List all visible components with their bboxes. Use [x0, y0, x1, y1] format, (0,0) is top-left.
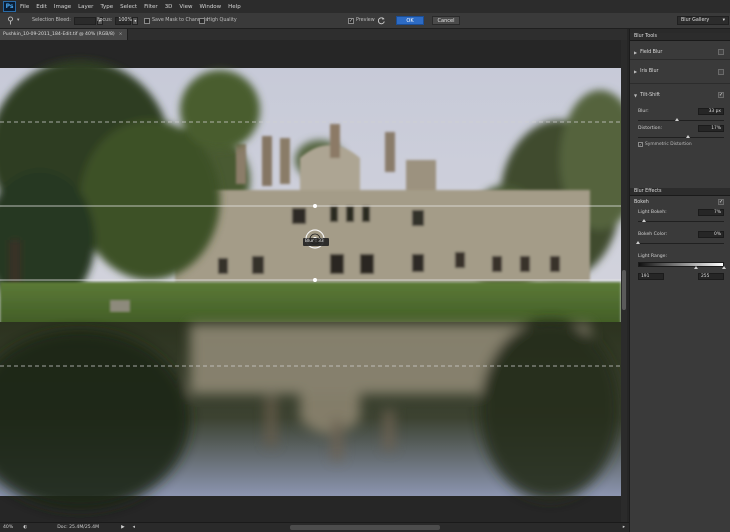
document-tab-bar: Pushkin_10-09-2011_184-Edit.tif @ 40% (R…	[0, 29, 627, 40]
status-menu-icon[interactable]: ▶	[121, 525, 125, 530]
close-tab-icon[interactable]: ×	[119, 32, 123, 37]
app-logo: Ps	[3, 1, 16, 12]
light-range-label: Light Range:	[638, 254, 668, 259]
menu-view[interactable]: View	[179, 4, 192, 10]
options-bar: ▾ Selection Bleed: ▾ Focus: 100% ▾ Save …	[0, 13, 730, 29]
save-mask-checkbox[interactable]	[144, 17, 150, 24]
distortion-slider-knob[interactable]	[686, 135, 691, 138]
menu-edit[interactable]: Edit	[36, 4, 47, 10]
blur-pin-label: Blur : 33	[305, 238, 324, 244]
high-quality-label: High Quality	[207, 18, 237, 23]
light-bokeh-knob[interactable]	[642, 219, 647, 222]
light-bokeh-field[interactable]: 7%	[698, 209, 724, 216]
menu-layer[interactable]: Layer	[78, 4, 93, 10]
scroll-right-icon[interactable]: ▸	[623, 525, 625, 530]
blur-tools-title: Blur Tools	[634, 34, 657, 39]
blur-slider-label: Blur:	[638, 109, 649, 114]
tilt-shift-controls: Blur: 33 px Distortion: 17% ✓ Symmetric …	[630, 106, 730, 172]
canvas-area[interactable]: Blur : 33	[0, 40, 627, 522]
symmetric-distortion-label: Symmetric Distortion	[645, 142, 692, 147]
horizontal-scroll-thumb[interactable]	[290, 525, 440, 530]
blur-slider[interactable]	[638, 118, 724, 121]
menu-bar: Ps File Edit Image Layer Type Select Fil…	[0, 0, 730, 13]
tool-dropdown-icon[interactable]: ▾	[17, 15, 19, 26]
bokeh-checkbox[interactable]: ✓	[718, 199, 724, 205]
distortion-slider-label: Distortion:	[638, 126, 663, 131]
blur-effects-title: Blur Effects	[634, 189, 662, 194]
expand-triangle-icon[interactable]: ▶	[634, 50, 637, 55]
rotate-handle-bottom[interactable]	[313, 278, 317, 282]
bokeh-color-slider[interactable]	[636, 241, 724, 244]
distortion-value-field[interactable]: 17%	[698, 125, 724, 132]
tilt-shift-label: Tilt-Shift	[640, 92, 661, 98]
menu-help[interactable]: Help	[228, 4, 241, 10]
blur-slider-knob[interactable]	[674, 118, 679, 121]
blur-panel: Blur Tools ▶ Field Blur ▶ Iris Blur ▼ Ti…	[629, 29, 730, 532]
menu-select[interactable]: Select	[120, 4, 137, 10]
menu-3d[interactable]: 3D	[165, 4, 173, 10]
tilt-shift-row[interactable]: ▼ Tilt-Shift ✓	[630, 84, 730, 106]
light-range-high-field[interactable]: 255	[698, 273, 724, 280]
bokeh-row: Bokeh ✓	[630, 196, 730, 208]
iris-blur-row[interactable]: ▶ Iris Blur	[630, 60, 730, 84]
doc-size: Doc: 25.4M/25.4M	[57, 525, 100, 530]
photo-canvas[interactable]	[0, 40, 627, 522]
bokeh-label: Bokeh	[634, 199, 649, 205]
vertical-scrollbar[interactable]	[621, 40, 627, 522]
document-tab[interactable]: Pushkin_10-09-2011_184-Edit.tif @ 40% (R…	[0, 29, 128, 40]
ok-button[interactable]: OK	[396, 16, 424, 25]
chevron-down-icon: ▾	[722, 18, 725, 23]
light-range-high-knob[interactable]	[722, 266, 726, 269]
light-bokeh-slider[interactable]	[638, 219, 724, 222]
field-blur-checkbox[interactable]	[718, 49, 724, 55]
iris-blur-label: Iris Blur	[640, 69, 659, 74]
menu-type[interactable]: Type	[100, 4, 113, 10]
menu-file[interactable]: File	[20, 4, 29, 10]
vertical-scroll-thumb[interactable]	[622, 270, 626, 310]
workspace-select[interactable]: Blur Gallery ▾	[677, 16, 729, 25]
distortion-slider[interactable]	[638, 135, 724, 138]
selection-bleed-field[interactable]	[73, 16, 96, 25]
blur-tools-header[interactable]: Blur Tools	[630, 33, 730, 41]
preview-checkbox[interactable]: ✓	[348, 17, 354, 24]
blur-value-field[interactable]: 33 px	[698, 108, 724, 115]
menu-image[interactable]: Image	[54, 4, 71, 10]
workspace-select-label: Blur Gallery	[681, 18, 710, 23]
high-quality-checkbox[interactable]	[199, 17, 205, 24]
light-range-low-field[interactable]: 191	[638, 273, 664, 280]
light-bokeh-label: Light Bokeh:	[638, 210, 667, 215]
collapse-triangle-icon[interactable]: ▼	[634, 93, 637, 98]
preview-label: Preview	[356, 18, 375, 23]
focus-dropdown[interactable]: ▾	[132, 16, 139, 25]
field-blur-label: Field Blur	[640, 49, 663, 55]
tilt-shift-checkbox[interactable]: ✓	[718, 92, 724, 98]
light-range-low-knob[interactable]	[694, 266, 698, 269]
rotate-handle-top[interactable]	[313, 204, 317, 208]
expand-triangle-icon[interactable]: ▶	[634, 69, 637, 74]
pin-tool-icon[interactable]	[6, 15, 15, 26]
zoom-level[interactable]: 40%	[3, 525, 13, 530]
selection-bleed-label: Selection Bleed:	[32, 18, 71, 23]
iris-blur-checkbox[interactable]	[718, 68, 724, 75]
document-tab-title: Pushkin_10-09-2011_184-Edit.tif @ 40% (R…	[3, 32, 115, 37]
bokeh-color-field[interactable]: 0%	[698, 231, 724, 238]
focus-field[interactable]: 100%	[115, 16, 132, 25]
menu-filter[interactable]: Filter	[144, 4, 158, 10]
light-range-gradient[interactable]	[638, 262, 724, 267]
status-bar: 40% ◐ Doc: 25.4M/25.4M ▶ ◂ ▸	[0, 522, 629, 532]
bokeh-color-label: Bokeh Color:	[638, 232, 668, 237]
scroll-left-icon[interactable]: ◂	[133, 525, 135, 530]
share-icon[interactable]: ◐	[23, 525, 27, 530]
symmetric-distortion-checkbox[interactable]: ✓	[638, 142, 643, 147]
bokeh-controls: Light Bokeh: 7% Bokeh Color: 0% Light Ra…	[630, 208, 730, 308]
bokeh-color-knob[interactable]	[636, 241, 640, 244]
reset-pins-icon[interactable]	[377, 15, 386, 26]
blur-effects-header[interactable]: Blur Effects	[630, 188, 730, 196]
menu-window[interactable]: Window	[199, 4, 221, 10]
field-blur-row[interactable]: ▶ Field Blur	[630, 45, 730, 60]
cancel-button[interactable]: Cancel	[432, 16, 460, 25]
focus-label: Focus:	[97, 18, 113, 23]
